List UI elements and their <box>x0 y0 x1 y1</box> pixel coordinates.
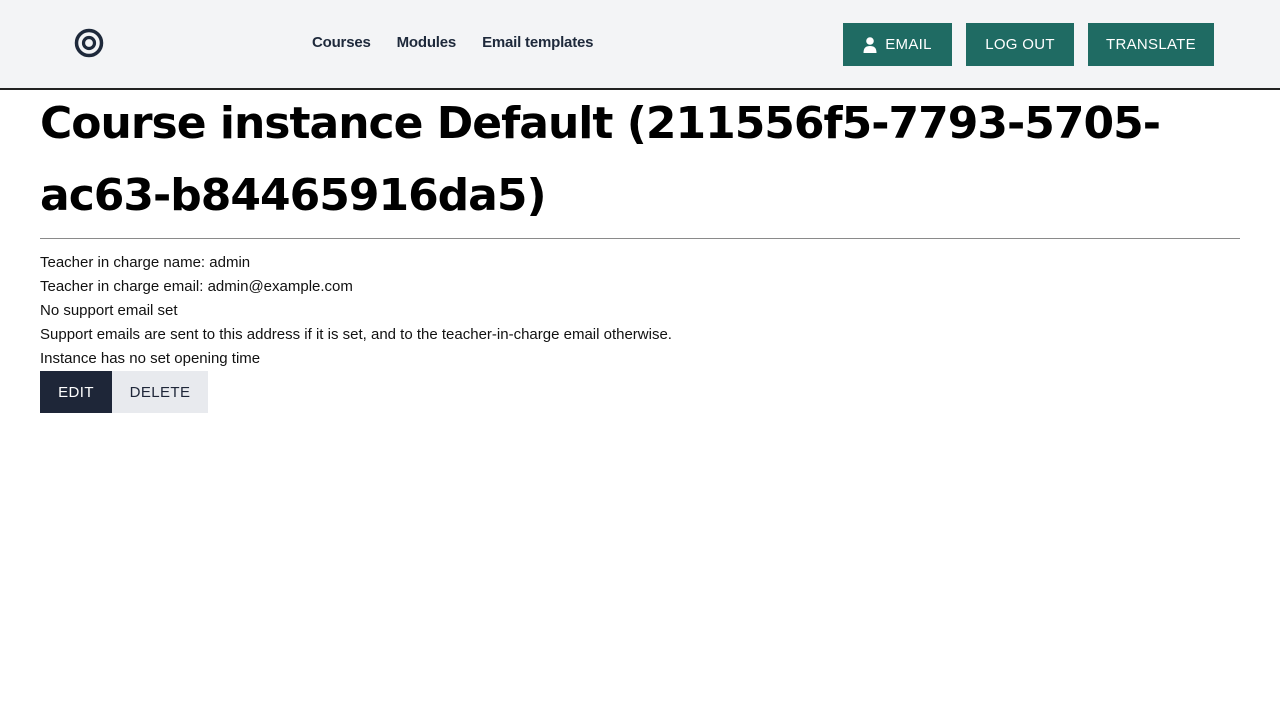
teacher-email-text: Teacher in charge email: admin@example.c… <box>40 278 353 295</box>
edit-button[interactable]: EDIT <box>40 371 112 413</box>
email-button-label: EMAIL <box>885 36 932 53</box>
logout-button[interactable]: LOG OUT <box>966 23 1074 66</box>
logout-button-label: LOG OUT <box>985 36 1055 53</box>
target-icon[interactable] <box>74 28 104 58</box>
main-content: Course instance Default (211556f5-7793-5… <box>40 90 1240 413</box>
teacher-name-text: Teacher in charge name: admin <box>40 254 251 271</box>
title-divider <box>40 238 1240 239</box>
email-button[interactable]: EMAIL <box>843 23 952 66</box>
nav-link-email-templates[interactable]: Email templates <box>482 34 593 51</box>
delete-button[interactable]: DELETE <box>112 371 208 413</box>
translate-button-label: TRANSLATE <box>1106 36 1196 53</box>
page-title: Course instance Default (211556f5-7793-5… <box>40 98 1161 221</box>
translate-button[interactable]: TRANSLATE <box>1088 23 1214 66</box>
nav-link-courses[interactable]: Courses <box>312 34 371 51</box>
support-email-note: Support emails are sent to this address … <box>40 326 672 343</box>
support-email-text: No support email set <box>40 302 178 319</box>
user-icon <box>863 36 877 53</box>
nav-link-modules[interactable]: Modules <box>397 34 457 51</box>
opening-time-text: Instance has no set opening time <box>40 350 261 367</box>
course-instance-info: Teacher in charge name: admin Teacher in… <box>40 251 1240 371</box>
instance-actions: EDIT DELETE <box>40 371 1240 413</box>
navbar: Courses Modules Email templates EMAIL LO… <box>0 0 1280 90</box>
main-nav: Courses Modules Email templates <box>312 34 593 51</box>
